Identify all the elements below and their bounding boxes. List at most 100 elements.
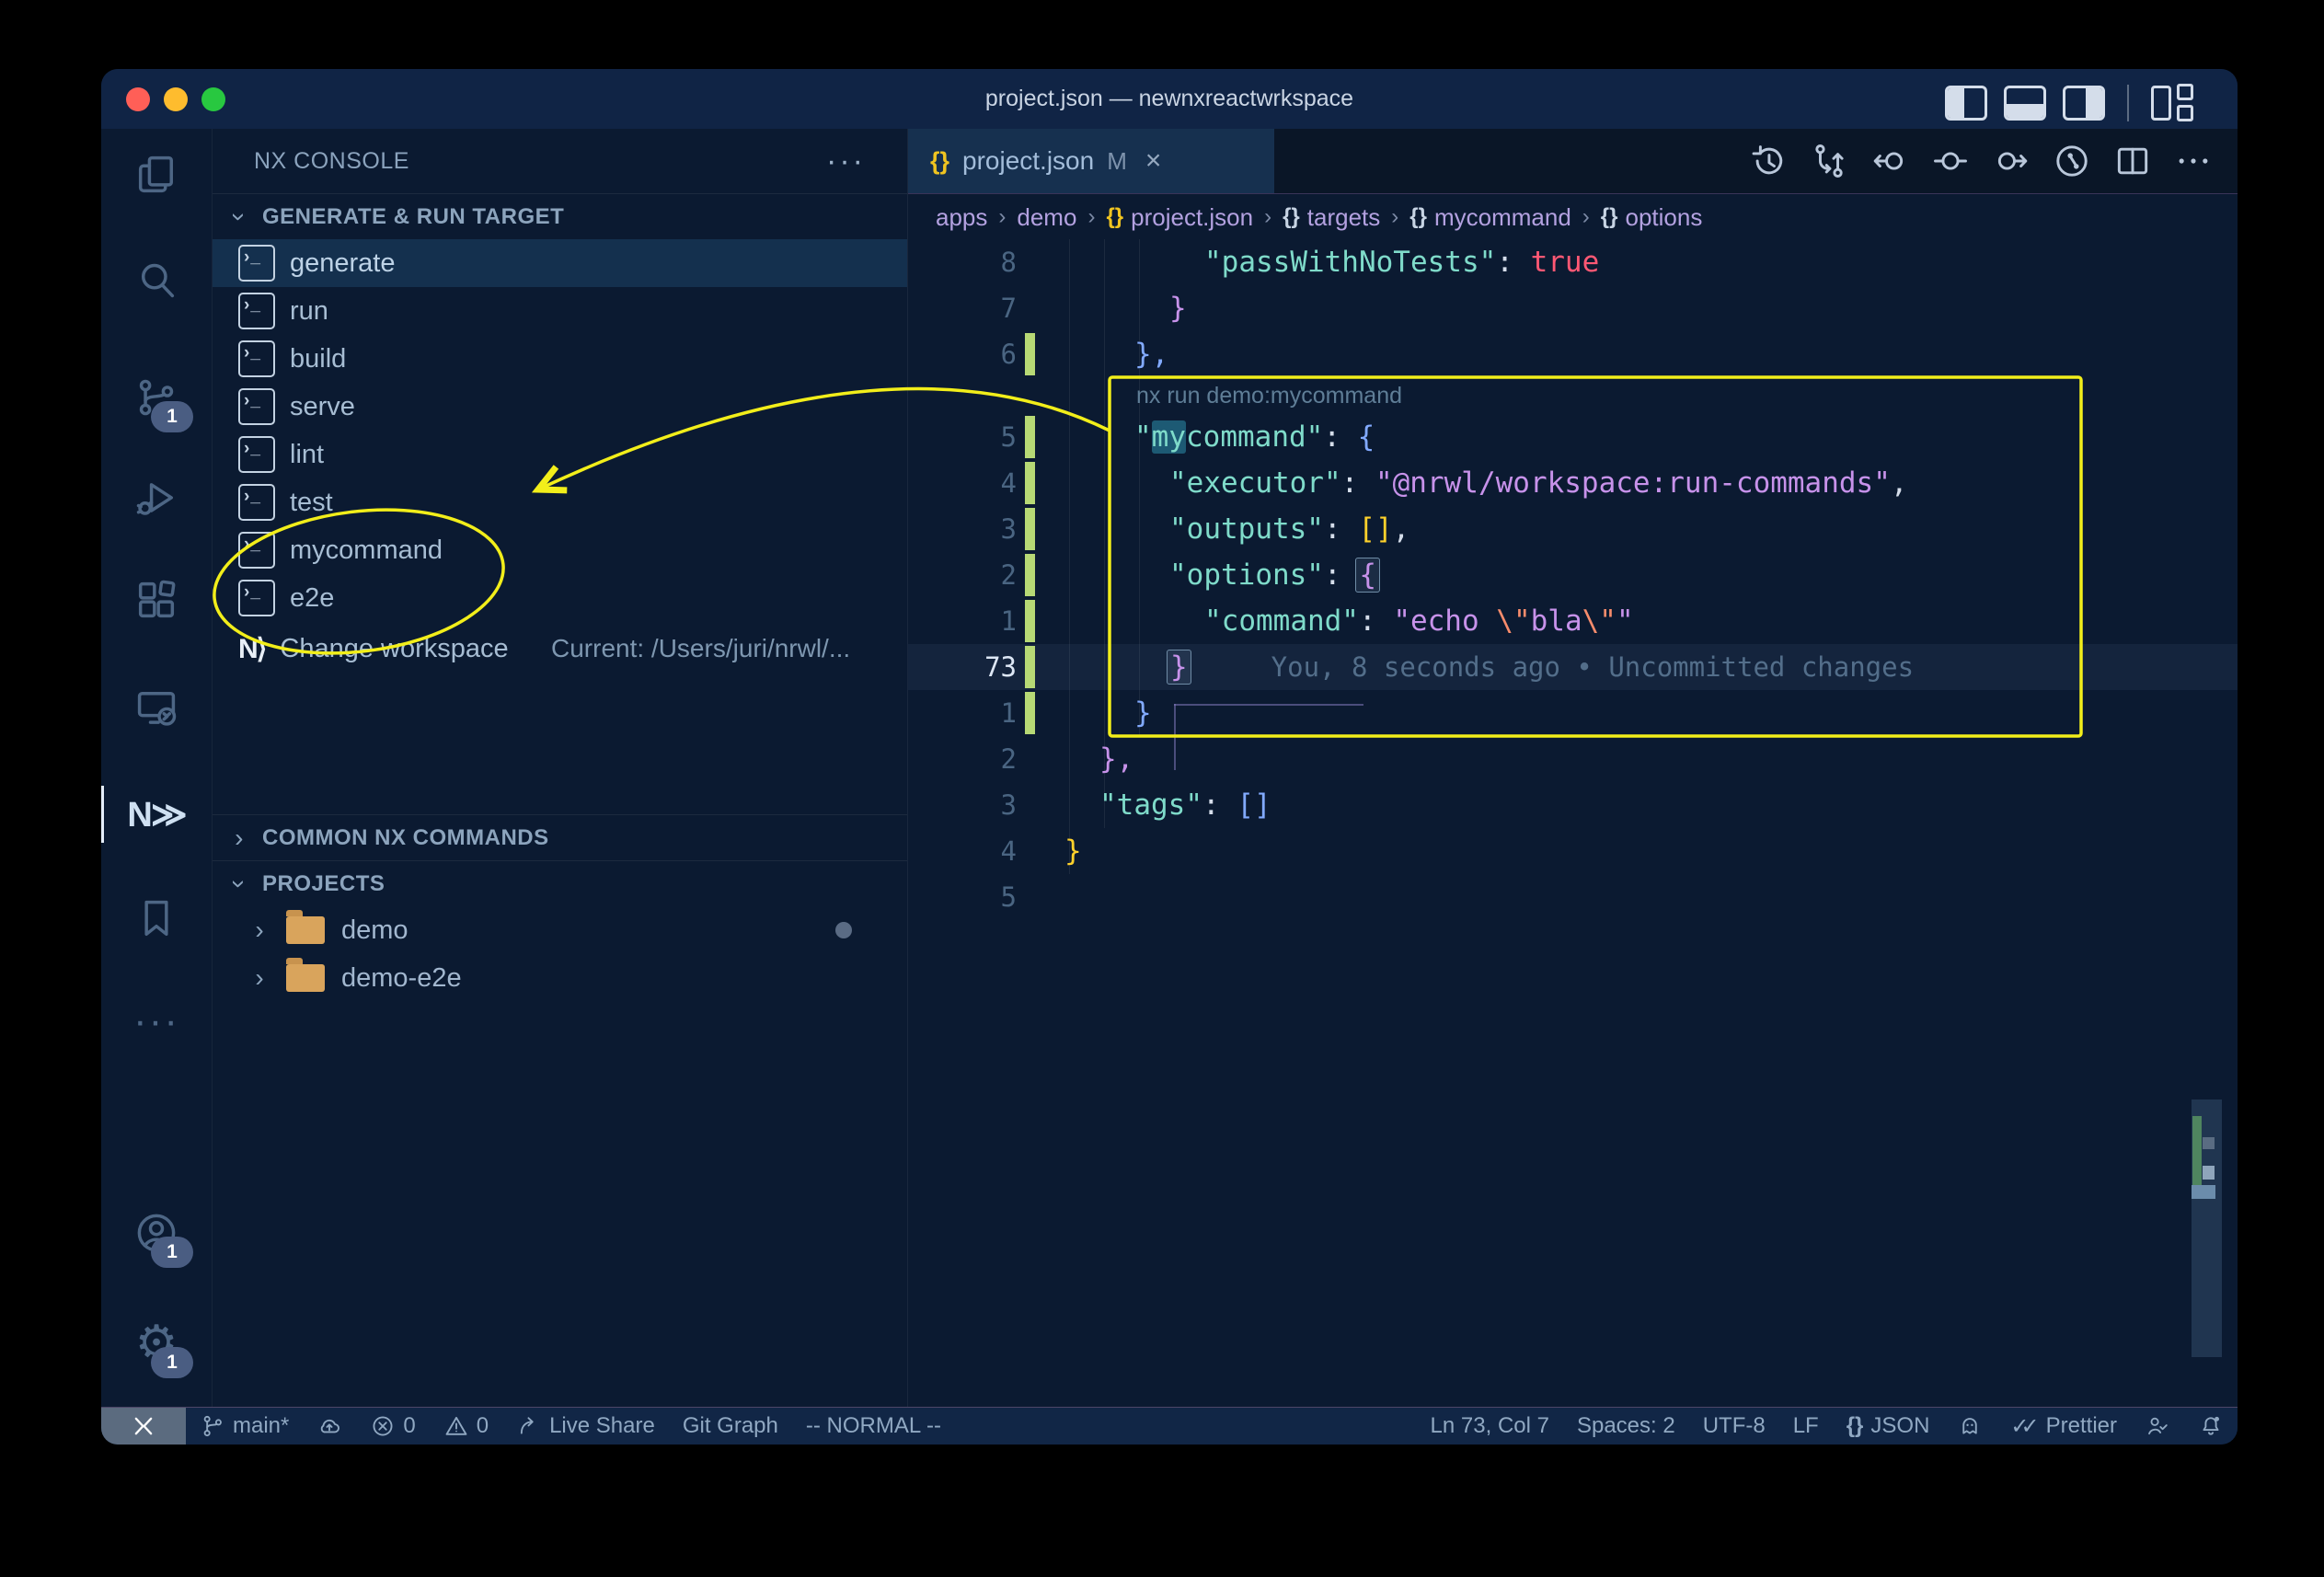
line-number: 2 [908, 736, 1017, 782]
project-item-demo[interactable]: ›demo [213, 906, 907, 954]
statusbar-encoding[interactable]: UTF-8 [1689, 1408, 1779, 1445]
code-text: }You, 8 seconds ago • Uncommitted change… [1169, 644, 1914, 690]
tab-project-json[interactable]: {} project.json M × [908, 129, 1274, 193]
section-projects[interactable]: › PROJECTS [213, 860, 907, 906]
tab-label: project.json [962, 146, 1094, 176]
tab-bar: {} project.json M × [908, 129, 2238, 194]
statusbar-sync-changes[interactable] [303, 1408, 356, 1445]
statusbar-git-branch[interactable]: main* [186, 1408, 303, 1445]
activity-extensions-icon[interactable] [131, 574, 182, 626]
previous-change-icon[interactable] [1870, 141, 1910, 181]
statusbar-live-share[interactable]: Live Share [502, 1408, 669, 1445]
activity-accounts-icon[interactable]: 1 [131, 1207, 182, 1259]
activity-more-icon[interactable]: ··· [131, 996, 182, 1047]
codelens-line[interactable]: nx run demo:mycommand [908, 377, 2238, 414]
code-line[interactable]: 4"executor": "@nrwl/workspace:run-comman… [908, 460, 2238, 506]
statusbar-errors[interactable]: 0 [356, 1408, 429, 1445]
target-item-serve[interactable]: ›_serve [213, 383, 907, 431]
breadcrumb-item-project.json[interactable]: {}project.json [1106, 203, 1253, 232]
overview-ruler-mark [2203, 1137, 2215, 1149]
code-line[interactable]: 3"outputs": [], [908, 506, 2238, 552]
statusbar-cursor-position[interactable]: Ln 73, Col 7 [1417, 1408, 1563, 1445]
code-line[interactable]: 5 [908, 874, 2238, 920]
codelens-run-command[interactable]: nx run demo:mycommand [1136, 377, 1402, 414]
target-item-test[interactable]: ›_test [213, 478, 907, 526]
code-line[interactable]: 2"options": { [908, 552, 2238, 598]
chevron-right-icon: › [229, 823, 249, 853]
terminal-icon: ›_ [238, 436, 275, 473]
change-workspace-item[interactable]: N⟩Change workspaceCurrent: /Users/juri/n… [213, 622, 907, 675]
code-line[interactable]: 6}, [908, 331, 2238, 377]
line-number: 1 [908, 690, 1017, 736]
activity-search-icon[interactable] [131, 255, 182, 306]
statusbar-notifications[interactable] [2184, 1408, 2238, 1445]
statusbar-live-share-contact[interactable] [2131, 1408, 2184, 1445]
split-editor-icon[interactable] [2112, 141, 2153, 181]
breadcrumb-item-apps[interactable]: apps [936, 203, 987, 232]
code-area[interactable]: 8"passWithNoTests": true7}6},nx run demo… [908, 239, 2238, 1407]
statusbar-eol[interactable]: LF [1779, 1408, 1833, 1445]
code-line[interactable]: 5"mycommand": { [908, 414, 2238, 460]
nx-console-panel: NX CONSOLE ··· › GENERATE & RUN TARGET ›… [213, 129, 907, 1407]
activity-explorer-icon[interactable] [131, 149, 182, 201]
statusbar-vim-mode[interactable]: -- NORMAL -- [792, 1408, 955, 1445]
toggle-secondary-sidebar-icon[interactable] [2063, 86, 2105, 121]
target-item-generate[interactable]: ›_generate [213, 239, 907, 287]
overview-ruler-mark [2203, 1166, 2215, 1180]
toggle-panel-icon[interactable] [2004, 86, 2046, 121]
code-line[interactable]: 1"command": "echo \"bla\"" [908, 598, 2238, 644]
next-change-icon[interactable] [1991, 141, 2031, 181]
line-number: 4 [908, 460, 1017, 506]
close-tab-icon[interactable]: × [1145, 145, 1162, 177]
vscode-window: project.json — newnxreactwrkspace 1N≫···… [101, 69, 2238, 1445]
double-check-icon: ✓✓ [2010, 1413, 2031, 1440]
statusbar-prettier[interactable]: ✓✓Prettier [1996, 1408, 2131, 1445]
change-icon[interactable] [1930, 141, 1971, 181]
target-item-build[interactable]: ›_build [213, 335, 907, 383]
activity-source-control-icon[interactable]: 1 [131, 372, 182, 423]
breadcrumb-separator: › [1087, 204, 1095, 230]
target-item-e2e[interactable]: ›_e2e [213, 574, 907, 622]
breadcrumb-item-targets[interactable]: {}targets [1283, 203, 1380, 232]
statusbar-copilot[interactable] [1943, 1408, 1996, 1445]
statusbar-remote-indicator[interactable] [101, 1408, 186, 1445]
section-generate-run-target[interactable]: › GENERATE & RUN TARGET [213, 193, 907, 239]
overview-ruler-mark [2192, 1185, 2215, 1199]
breadcrumb-item-options[interactable]: {}options [1601, 203, 1703, 232]
code-line[interactable]: 2}, [908, 736, 2238, 782]
target-item-mycommand[interactable]: ›_mycommand [213, 526, 907, 574]
active-view-indicator [101, 786, 104, 843]
statusbar-warnings[interactable]: 0 [430, 1408, 502, 1445]
code-line[interactable]: 1} [908, 690, 2238, 736]
code-text: "outputs": [], [1169, 506, 1409, 552]
titlebar-separator [2127, 85, 2129, 121]
compare-changes-icon[interactable] [1809, 141, 1849, 181]
target-item-lint[interactable]: ›_lint [213, 431, 907, 478]
breadcrumb-item-mycommand[interactable]: {}mycommand [1409, 203, 1571, 232]
toggle-primary-sidebar-icon[interactable] [1945, 86, 1987, 121]
activity-settings-icon[interactable]: ⚙1 [131, 1318, 182, 1369]
target-item-run[interactable]: ›_run [213, 287, 907, 335]
breadcrumb-item-demo[interactable]: demo [1017, 203, 1076, 232]
activity-nx-console-icon[interactable]: N≫ [131, 788, 182, 840]
code-line[interactable]: 8"passWithNoTests": true [908, 239, 2238, 285]
code-line[interactable]: 73}You, 8 seconds ago • Uncommitted chan… [908, 644, 2238, 690]
activity-bookmarks-icon[interactable] [131, 892, 182, 944]
activity-run-and-debug-icon[interactable] [131, 473, 182, 524]
timeline-icon[interactable] [1748, 141, 1789, 181]
customize-layout-icon[interactable] [2151, 84, 2193, 121]
error-icon [370, 1413, 396, 1439]
file-history-icon[interactable] [2052, 141, 2092, 181]
code-line[interactable]: 7} [908, 285, 2238, 331]
activity-remote-explorer-icon[interactable] [131, 683, 182, 734]
code-line[interactable]: 4} [908, 828, 2238, 874]
section-common-nx-commands[interactable]: › COMMON NX COMMANDS [213, 814, 907, 860]
warning-icon [443, 1413, 469, 1439]
folder-icon [286, 916, 325, 944]
statusbar-git-graph[interactable]: Git Graph [669, 1408, 792, 1445]
more-actions-icon[interactable] [2173, 141, 2214, 181]
code-line[interactable]: 3"tags": [] [908, 782, 2238, 828]
project-item-demo-e2e[interactable]: ›demo-e2e [213, 954, 907, 1002]
statusbar-language-mode[interactable]: {}JSON [1833, 1408, 1944, 1445]
statusbar-indentation[interactable]: Spaces: 2 [1563, 1408, 1689, 1445]
